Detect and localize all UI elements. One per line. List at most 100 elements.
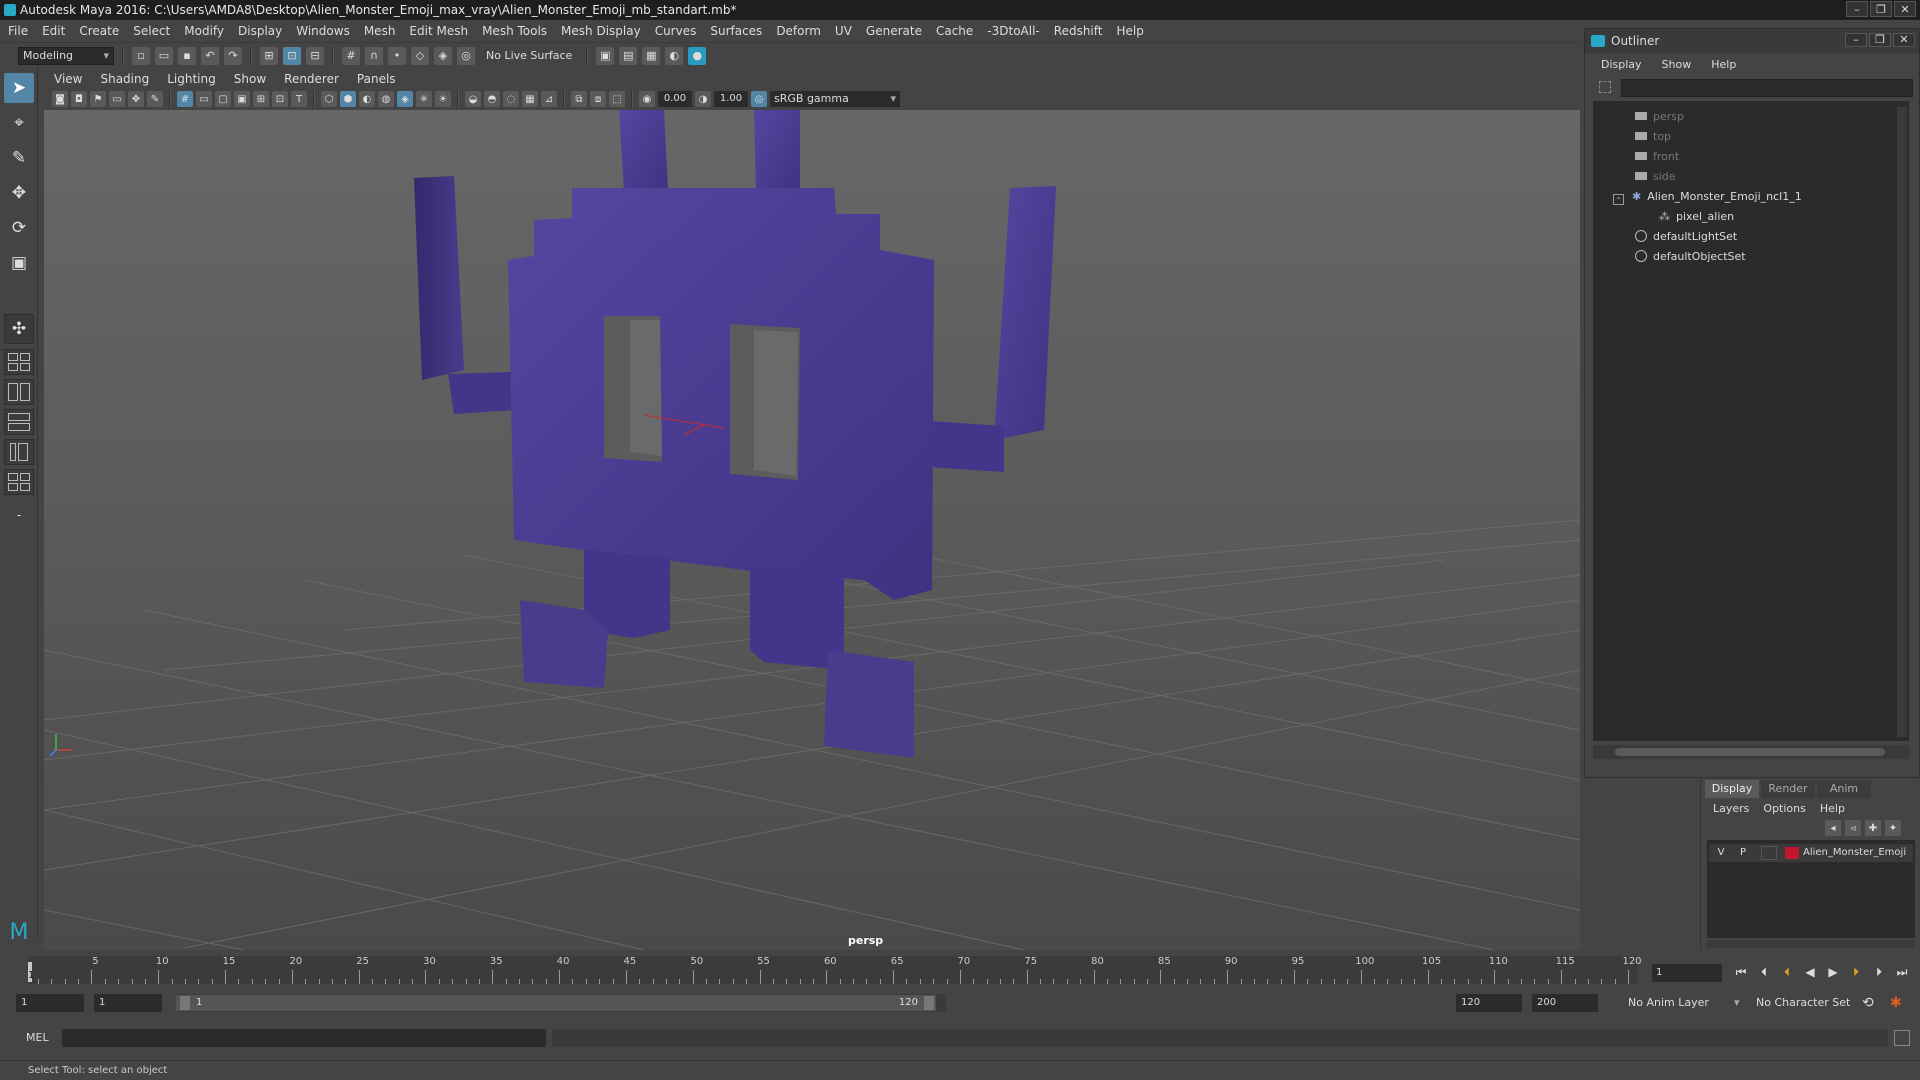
menu-help[interactable]: Help: [1116, 24, 1143, 38]
isolate-select-icon[interactable]: ⧉: [571, 91, 587, 107]
range-slider-track[interactable]: 1 120: [176, 994, 946, 1012]
outliner-minimize-button[interactable]: –: [1845, 33, 1867, 47]
range-slider-bar[interactable]: 1 120: [176, 995, 936, 1011]
layer-list-scrollbar[interactable]: [1707, 940, 1915, 948]
ambient-occlusion-icon[interactable]: ◓: [484, 91, 500, 107]
step-back-key-icon[interactable]: ⏴: [1778, 963, 1796, 981]
wireframe-on-shaded-icon[interactable]: ◍: [378, 91, 394, 107]
play-backward-icon[interactable]: ◀: [1801, 963, 1819, 981]
animation-start-field[interactable]: 1: [16, 994, 84, 1012]
textured-icon[interactable]: ✳: [416, 91, 432, 107]
layout-two-panel-icon[interactable]: [4, 379, 34, 405]
2d-pan-zoom-icon[interactable]: ✥: [128, 91, 144, 107]
menu-uv[interactable]: UV: [835, 24, 852, 38]
hypershade-icon[interactable]: ◐: [665, 46, 684, 65]
outliner-item-default-light-set[interactable]: defaultLightSet: [1635, 227, 1737, 247]
layout-four-view-icon[interactable]: [4, 349, 34, 375]
tab-display[interactable]: Display: [1705, 780, 1759, 798]
new-scene-icon[interactable]: ▫: [132, 46, 150, 65]
layer-menu-options[interactable]: Options: [1763, 802, 1805, 815]
outliner-menu-display[interactable]: Display: [1601, 58, 1642, 71]
paint-select-tool-icon[interactable]: ✎: [4, 143, 34, 173]
command-input[interactable]: [62, 1029, 546, 1047]
menu-display[interactable]: Display: [238, 24, 282, 38]
menu-modify[interactable]: Modify: [184, 24, 224, 38]
exposure-field[interactable]: 0.00: [658, 91, 692, 107]
live-surface-label[interactable]: No Live Surface: [480, 49, 578, 62]
tab-anim[interactable]: Anim: [1817, 780, 1871, 798]
character-set-dropdown[interactable]: No Character Set: [1756, 994, 1850, 1012]
safe-action-icon[interactable]: ⊡: [272, 91, 288, 107]
exposure-icon[interactable]: ◉: [639, 91, 655, 107]
panel-menu-view[interactable]: View: [54, 72, 82, 86]
outliner-maximize-button[interactable]: ❐: [1869, 33, 1891, 47]
last-tool-icon[interactable]: ✣: [4, 314, 34, 344]
safe-title-icon[interactable]: T: [291, 91, 307, 107]
render-settings-icon[interactable]: ▦: [642, 46, 661, 65]
play-forward-icon[interactable]: ▶: [1824, 963, 1842, 981]
script-editor-icon[interactable]: [1894, 1030, 1910, 1046]
menu-3dtoall[interactable]: -3DtoAll-: [987, 24, 1039, 38]
select-hierarchy-icon[interactable]: ⊞: [260, 46, 278, 65]
grease-pencil-icon[interactable]: ✎: [147, 91, 163, 107]
step-back-frame-icon[interactable]: ⏴: [1755, 963, 1773, 981]
menu-generate[interactable]: Generate: [866, 24, 922, 38]
preferences-icon[interactable]: ✱: [1890, 994, 1902, 1012]
current-frame-field[interactable]: 1: [1652, 964, 1722, 982]
menu-mesh[interactable]: Mesh: [364, 24, 396, 38]
move-tool-icon[interactable]: ✥: [4, 178, 34, 208]
gate-mask-icon[interactable]: ▣: [234, 91, 250, 107]
move-layer-down-icon[interactable]: ◃: [1845, 820, 1861, 836]
outliner-menu-help[interactable]: Help: [1711, 58, 1736, 71]
playback-end-field[interactable]: 120: [1456, 994, 1522, 1012]
snap-surface-icon[interactable]: ◈: [434, 46, 452, 65]
anim-layer-dropdown[interactable]: No Anim Layer: [1628, 994, 1709, 1012]
menu-file[interactable]: File: [8, 24, 28, 38]
range-end-handle[interactable]: [924, 996, 934, 1010]
menu-create[interactable]: Create: [79, 24, 119, 38]
snap-point-icon[interactable]: •: [388, 46, 406, 65]
scale-tool-icon[interactable]: ▣: [4, 248, 34, 278]
layer-color-swatch[interactable]: [1785, 847, 1799, 859]
outliner-item-persp[interactable]: persp: [1635, 107, 1684, 127]
field-chart-icon[interactable]: ⊞: [253, 91, 269, 107]
select-component-icon[interactable]: ⊟: [306, 46, 324, 65]
toolbox-expand-icon[interactable]: -: [4, 500, 34, 530]
outliner-item-side[interactable]: side: [1635, 167, 1676, 187]
snap-curve-icon[interactable]: ∩: [365, 46, 383, 65]
panel-menu-shading[interactable]: Shading: [100, 72, 149, 86]
outliner-item-top[interactable]: top: [1635, 127, 1671, 147]
outliner-item-front[interactable]: front: [1635, 147, 1679, 167]
range-start-handle[interactable]: [180, 996, 190, 1010]
close-button[interactable]: ✕: [1894, 1, 1916, 17]
minimize-button[interactable]: –: [1846, 1, 1868, 17]
menu-curves[interactable]: Curves: [655, 24, 697, 38]
outliner-item-pixel-alien[interactable]: ⁂ pixel_alien: [1659, 207, 1734, 227]
anim-layer-arrow-icon[interactable]: ▾: [1734, 994, 1740, 1012]
outliner-horizontal-scrollbar[interactable]: [1593, 745, 1909, 759]
shadows-icon[interactable]: ◒: [465, 91, 481, 107]
layer-menu-help[interactable]: Help: [1820, 802, 1845, 815]
use-all-lights-icon[interactable]: ☀: [435, 91, 451, 107]
auto-key-icon[interactable]: ⟲: [1862, 994, 1874, 1012]
xray-joints-icon[interactable]: ⧈: [590, 91, 606, 107]
scroll-thumb[interactable]: [1615, 748, 1885, 756]
redo-icon[interactable]: ↷: [224, 46, 242, 65]
rotate-tool-icon[interactable]: ⟳: [4, 213, 34, 243]
render-view-icon[interactable]: ●: [688, 46, 707, 65]
viewport-persp[interactable]: [44, 110, 1580, 950]
menu-redshift[interactable]: Redshift: [1054, 24, 1103, 38]
menu-select[interactable]: Select: [133, 24, 170, 38]
grid-icon[interactable]: #: [177, 91, 193, 107]
menu-edit[interactable]: Edit: [42, 24, 65, 38]
layer-name[interactable]: Alien_Monster_Emoji: [1803, 844, 1906, 862]
panel-menu-lighting[interactable]: Lighting: [167, 72, 216, 86]
wireframe-icon[interactable]: ⬡: [321, 91, 337, 107]
select-tool-icon[interactable]: ➤: [4, 73, 34, 103]
menuset-dropdown[interactable]: Modeling: [18, 46, 114, 65]
layer-playback-toggle[interactable]: P: [1735, 844, 1751, 862]
ipr-render-icon[interactable]: ▤: [619, 46, 638, 65]
resolution-gate-icon[interactable]: ▢: [215, 91, 231, 107]
xray-icon[interactable]: ◈: [397, 91, 413, 107]
step-forward-frame-icon[interactable]: ⏵: [1870, 963, 1888, 981]
